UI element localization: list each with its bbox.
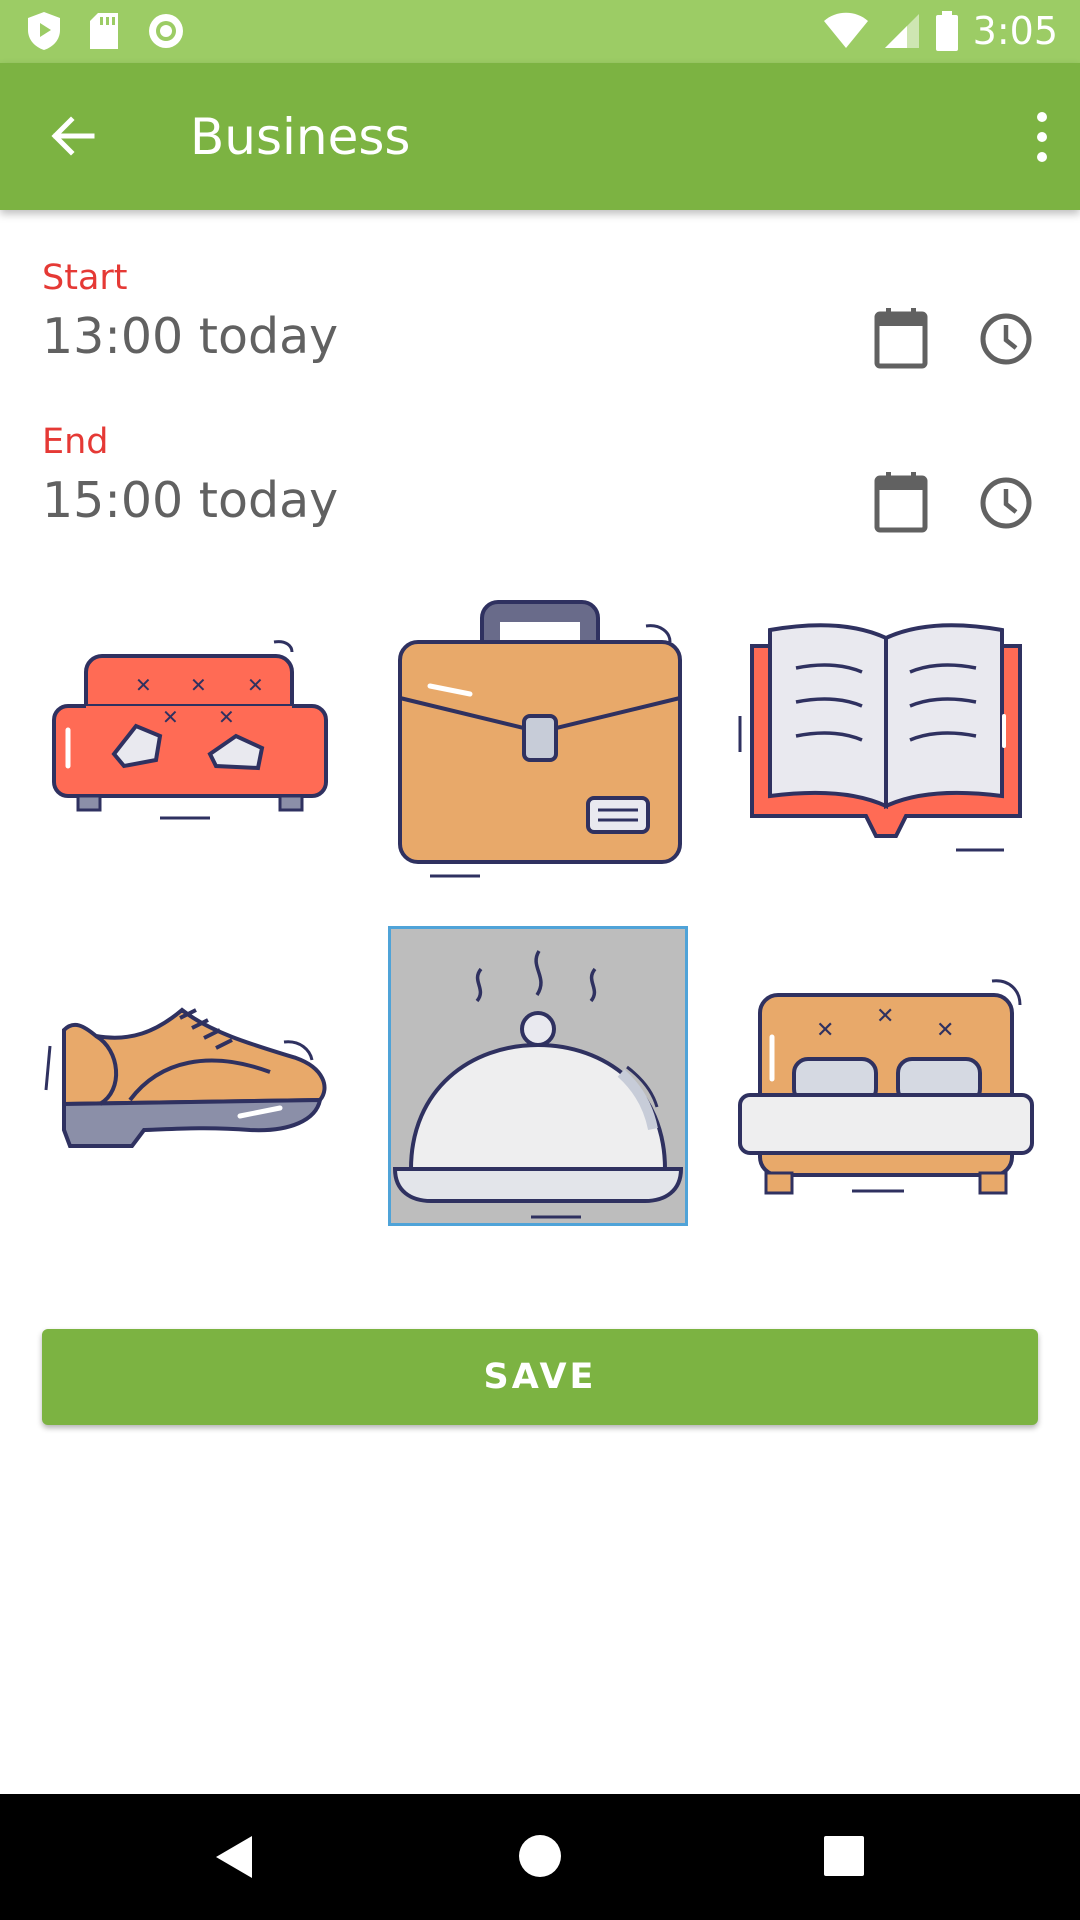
svg-text:✕: ✕	[247, 673, 264, 697]
more-vert-icon	[1037, 112, 1047, 162]
wifi-icon	[823, 12, 868, 48]
sd-card-icon	[90, 13, 118, 49]
navigation-bar	[0, 1794, 1080, 1920]
end-date-button[interactable]	[866, 468, 936, 538]
save-button-label: SAVE	[483, 1357, 597, 1397]
sofa-icon: ✕ ✕ ✕ ✕ ✕	[52, 640, 328, 820]
status-time: 3:05	[972, 9, 1058, 53]
start-date-button[interactable]	[866, 304, 936, 374]
home-circle-icon[interactable]	[516, 1832, 564, 1880]
book-icon	[738, 623, 1022, 852]
category-briefcase[interactable]	[390, 586, 690, 886]
svg-text:✕: ✕	[135, 673, 152, 697]
category-bed[interactable]: ✕ ✕ ✕	[736, 930, 1036, 1230]
svg-text:✕: ✕	[190, 673, 207, 697]
end-time-button[interactable]	[971, 468, 1041, 538]
start-label: Start	[42, 258, 128, 298]
svg-text:✕: ✕	[162, 705, 179, 729]
save-button[interactable]: SAVE	[42, 1329, 1038, 1425]
sync-circle-icon	[149, 14, 183, 48]
status-left-icons	[26, 10, 186, 52]
recents-square-icon[interactable]	[822, 1834, 866, 1878]
bed-icon: ✕ ✕ ✕	[738, 979, 1034, 1195]
shoe-icon	[44, 1007, 327, 1148]
status-right: 3:05	[823, 8, 1058, 54]
category-shoe[interactable]	[40, 930, 340, 1230]
back-triangle-icon[interactable]	[210, 1832, 262, 1882]
play-protect-icon	[28, 12, 60, 50]
battery-icon	[935, 11, 958, 51]
start-time-button[interactable]	[971, 304, 1041, 374]
calendar-icon	[874, 308, 928, 369]
clock-icon	[980, 477, 1032, 529]
food-cloche-icon	[392, 950, 684, 1219]
calendar-icon	[874, 472, 928, 533]
app-bar: Business	[0, 63, 1080, 210]
briefcase-icon	[398, 600, 682, 878]
start-value[interactable]: 13:00 today	[42, 308, 338, 365]
cell-signal-icon	[884, 14, 919, 48]
page-title: Business	[190, 108, 411, 166]
category-food[interactable]	[388, 926, 688, 1226]
overflow-menu-button[interactable]	[1000, 101, 1060, 173]
clock-icon	[980, 313, 1032, 365]
end-value[interactable]: 15:00 today	[42, 472, 338, 529]
svg-text:✕: ✕	[936, 1018, 954, 1043]
arrow-back-icon	[51, 116, 95, 156]
end-label: End	[42, 422, 109, 462]
svg-text:✕: ✕	[218, 705, 235, 729]
svg-text:✕: ✕	[816, 1018, 834, 1043]
category-book[interactable]	[736, 586, 1036, 886]
back-button[interactable]	[40, 103, 106, 169]
category-sofa[interactable]: ✕ ✕ ✕ ✕ ✕	[40, 586, 340, 886]
svg-text:✕: ✕	[876, 1004, 894, 1029]
status-bar: 3:05	[0, 0, 1080, 63]
